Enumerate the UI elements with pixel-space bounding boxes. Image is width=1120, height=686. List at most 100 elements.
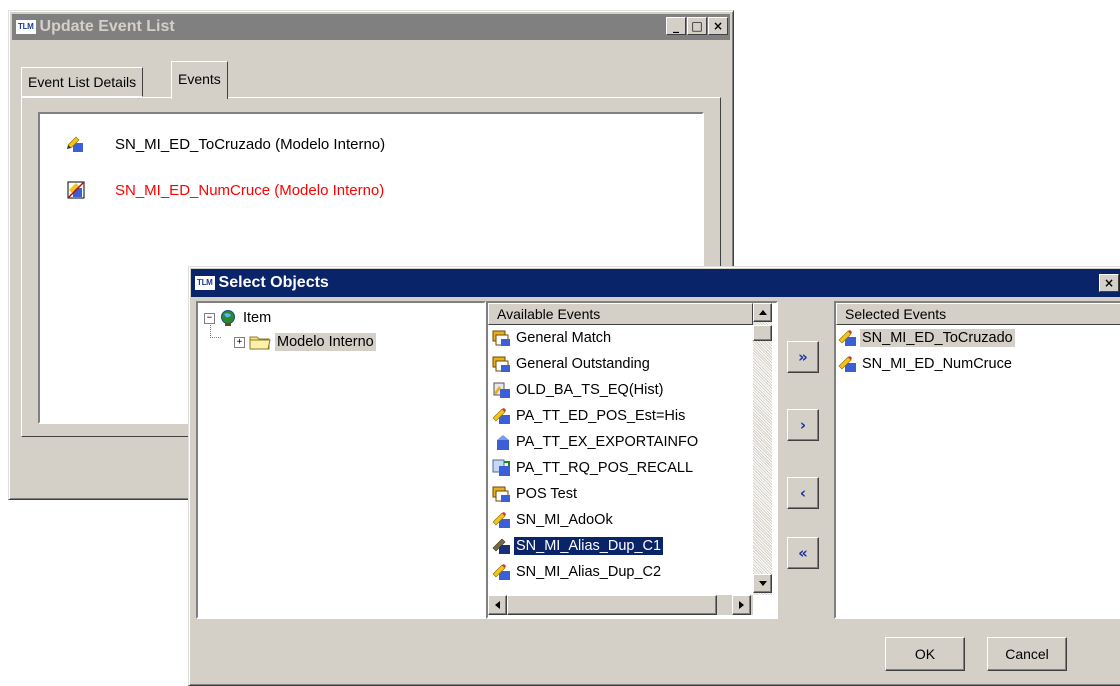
double-chevron-right-icon: » [798, 348, 808, 366]
selected-events-list[interactable]: Selected Events SN_MI_ED_ToCruzado SN_MI… [834, 301, 1120, 619]
event-checked-icon [67, 181, 85, 199]
item-label: General Outstanding [516, 356, 650, 372]
list-item[interactable]: SN_MI_Alias_Dup_C1 [492, 533, 665, 559]
select-dialog-titlebar[interactable]: TLM Select Objects × [191, 269, 1120, 297]
update-window-title: Update Event List [39, 18, 175, 35]
arrow-right-icon [739, 601, 744, 609]
double-chevron-left-icon: « [798, 544, 808, 562]
tlm-logo-icon: TLM [16, 20, 36, 34]
item-label: PA_TT_ED_POS_Est=His [516, 408, 686, 424]
list-item[interactable]: PA_TT_ED_POS_Est=His [492, 403, 687, 429]
item-label: SN_MI_AdoOk [516, 512, 613, 528]
item-label: SN_MI_Alias_Dup_C1 [512, 536, 665, 556]
item-label: PA_TT_RQ_POS_RECALL [516, 460, 694, 476]
tlm-logo-icon: TLM [195, 276, 215, 290]
list-item[interactable]: PA_TT_RQ_POS_RECALL [492, 455, 695, 481]
close-icon: × [1103, 276, 1115, 290]
close-button[interactable]: × [1099, 274, 1119, 292]
item-label: POS Test [516, 486, 577, 502]
list-item[interactable]: SN_MI_ED_NumCruce (Modelo Interno) [67, 181, 384, 199]
event-pencil-icon [492, 512, 510, 528]
button-label: Cancel [1005, 646, 1049, 662]
group-match-icon [492, 356, 510, 372]
header-label: Available Events [497, 306, 601, 322]
event-icon [497, 435, 509, 450]
selected-events-header[interactable]: Selected Events [836, 303, 1120, 325]
tab-event-list-details[interactable]: Event List Details [21, 67, 144, 97]
arrow-up-icon [758, 310, 767, 315]
event-label: SN_MI_ED_NumCruce (Modelo Interno) [115, 181, 385, 199]
tree-label: Modelo Interno [275, 333, 376, 351]
list-item[interactable]: General Match [492, 325, 613, 351]
scroll-up-button[interactable] [753, 303, 772, 322]
close-button[interactable]: × [708, 17, 728, 35]
update-window-titlebar[interactable]: TLM Update Event List _ □ × [12, 14, 730, 40]
minimize-button[interactable]: _ [666, 17, 686, 35]
event-pencil-icon [492, 564, 510, 580]
vertical-scrollbar[interactable] [753, 303, 772, 595]
event-pencil-icon [492, 538, 510, 554]
horizontal-scrollbar[interactable] [488, 595, 753, 615]
maximize-button[interactable]: □ [687, 17, 707, 35]
tab-label: Events [178, 71, 221, 87]
history-event-icon [493, 382, 510, 398]
expand-icon[interactable]: + [234, 336, 245, 348]
folder-icon [249, 336, 271, 350]
list-item[interactable]: POS Test [492, 481, 579, 507]
event-label: SN_MI_ED_ToCruzado (Modelo Interno) [115, 135, 386, 153]
remove-button[interactable]: ‹ [787, 477, 819, 509]
scroll-left-button[interactable] [488, 595, 507, 615]
select-dialog-title: Select Objects [218, 274, 329, 291]
scroll-thumb[interactable] [507, 595, 717, 615]
add-button[interactable]: › [787, 409, 819, 441]
globe-icon [221, 310, 235, 326]
event-pencil-icon [492, 408, 510, 424]
item-label: General Match [516, 330, 612, 346]
scroll-thumb[interactable] [753, 325, 772, 341]
button-label: OK [914, 646, 936, 662]
arrow-left-icon [495, 601, 500, 609]
chevron-right-icon: › [799, 416, 807, 434]
list-item[interactable]: SN_MI_ED_NumCruce [838, 351, 1014, 377]
minimize-icon: _ [673, 19, 679, 33]
close-icon: × [712, 19, 724, 33]
arrow-down-icon [758, 581, 767, 586]
list-item[interactable]: SN_MI_Alias_Dup_C2 [492, 559, 663, 585]
item-label: SN_MI_ED_ToCruzado [860, 329, 1015, 347]
select-objects-dialog: TLM Select Objects × − Item + Modelo Int… [188, 266, 1120, 686]
item-label: PA_TT_EX_EXPORTAINFO [516, 434, 699, 450]
ok-button[interactable]: OK [885, 637, 965, 671]
remove-all-button[interactable]: « [787, 537, 819, 569]
object-tree[interactable]: − Item + Modelo Interno [196, 301, 486, 619]
list-item[interactable]: PA_TT_EX_EXPORTAINFO [492, 429, 700, 455]
item-label: SN_MI_Alias_Dup_C2 [516, 564, 662, 580]
available-items: General Match General Outstanding OLD_BA… [488, 325, 753, 595]
group-match-icon [492, 330, 510, 346]
tree-node-modelo-interno[interactable]: + Modelo Interno [234, 333, 376, 351]
available-events-list[interactable]: Available Events General Match General O… [486, 301, 778, 619]
list-item[interactable]: SN_MI_AdoOk [492, 507, 615, 533]
list-item[interactable]: General Outstanding [492, 351, 652, 377]
event-pencil-icon [67, 136, 83, 152]
scroll-right-button[interactable] [732, 595, 751, 615]
tab-label: Event List Details [28, 74, 137, 90]
scroll-down-button[interactable] [753, 574, 772, 593]
chevron-left-icon: ‹ [799, 484, 807, 502]
available-events-header[interactable]: Available Events [488, 303, 753, 325]
event-pencil-icon [838, 330, 856, 346]
add-all-button[interactable]: » [787, 341, 819, 373]
group-match-icon [492, 486, 510, 502]
tree-connector [210, 323, 221, 338]
list-item[interactable]: OLD_BA_TS_EQ(Hist) [492, 377, 665, 403]
cancel-button[interactable]: Cancel [987, 637, 1067, 671]
list-item[interactable]: SN_MI_ED_ToCruzado [838, 325, 1015, 351]
tree-label: Item [243, 310, 272, 326]
maximize-icon: □ [691, 19, 703, 33]
tab-events[interactable]: Events [171, 61, 228, 99]
header-label: Selected Events [845, 306, 947, 322]
list-item[interactable]: SN_MI_ED_ToCruzado (Modelo Interno) [67, 135, 385, 153]
collapse-icon[interactable]: − [204, 312, 215, 324]
item-label: SN_MI_ED_NumCruce [862, 356, 1012, 372]
event-pencil-icon [838, 356, 856, 372]
item-label: OLD_BA_TS_EQ(Hist) [516, 382, 664, 398]
